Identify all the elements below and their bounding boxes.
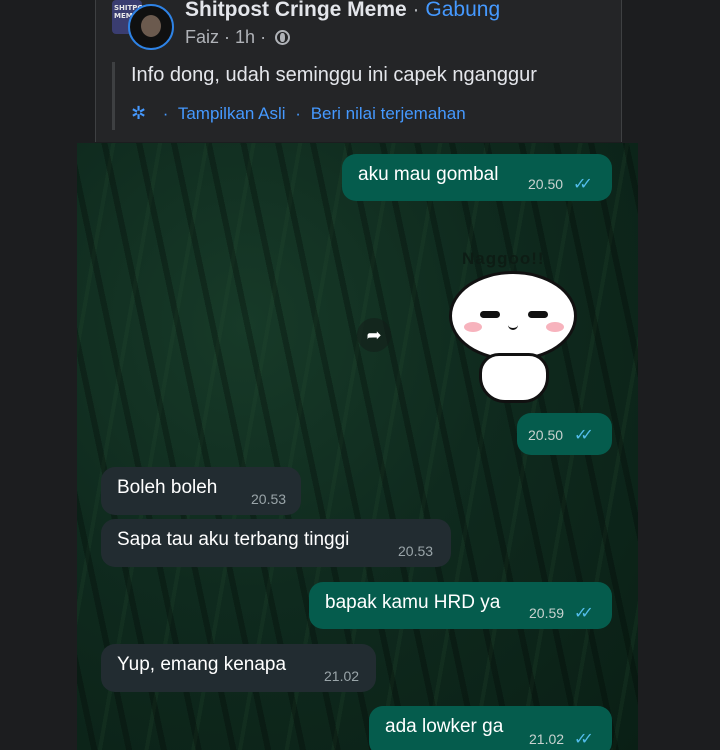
sticker-image: Naggoo!! bbox=[449, 249, 585, 411]
sticker-mouth bbox=[508, 324, 518, 330]
message-bubble-incoming: Sapa tau aku terbang tinggi 20.53 bbox=[101, 519, 451, 567]
post-meta: Faiz · 1h · bbox=[185, 27, 291, 48]
show-original-link[interactable]: Tampilkan Asli bbox=[178, 104, 286, 123]
sticker-blush bbox=[546, 322, 564, 332]
message-bubble-outgoing: bapak kamu HRD ya 20.59 ✓✓ bbox=[309, 582, 612, 629]
message-text: Sapa tau aku terbang tinggi bbox=[117, 529, 350, 550]
translation-separator: · bbox=[162, 104, 169, 123]
globe-icon bbox=[275, 30, 291, 45]
message-time: 20.53 bbox=[398, 543, 434, 559]
sticker-blush bbox=[464, 322, 482, 332]
message-time: 21.02 bbox=[324, 668, 360, 684]
message-time: 20.53 bbox=[251, 491, 287, 507]
message-time: 20.59 bbox=[529, 605, 565, 621]
message-time: 20.50 bbox=[528, 176, 564, 192]
message-text: Boleh boleh bbox=[117, 477, 218, 498]
sticker-eye bbox=[528, 311, 548, 318]
message-bubble-outgoing: ada lowker ga 21.02 ✓✓ bbox=[369, 706, 612, 750]
read-ticks-icon: ✓✓ bbox=[573, 176, 593, 193]
message-time: 21.02 bbox=[529, 731, 565, 747]
sticker-body bbox=[479, 353, 549, 403]
message-text: ada lowker ga bbox=[385, 716, 504, 737]
read-ticks-icon: ✓✓ bbox=[574, 605, 594, 622]
join-group-link[interactable]: Gabung bbox=[425, 0, 500, 21]
message-bubble-incoming: Yup, emang kenapa 21.02 bbox=[101, 644, 376, 692]
message-bubble-outgoing: 20.50 ✓✓ bbox=[517, 413, 612, 455]
meta-separator: · bbox=[260, 27, 267, 47]
group-name-link[interactable]: Shitpost Cringe Meme bbox=[185, 0, 407, 21]
post-header-title: Shitpost Cringe Meme · Gabung bbox=[185, 0, 500, 22]
sticker-eye bbox=[480, 311, 500, 318]
forward-icon[interactable]: ➦ bbox=[357, 318, 391, 352]
user-avatar[interactable] bbox=[128, 4, 174, 50]
message-text: bapak kamu HRD ya bbox=[325, 592, 501, 613]
author-name[interactable]: Faiz bbox=[185, 27, 219, 47]
message-bubble-outgoing: aku mau gombal 20.50 ✓✓ bbox=[342, 154, 612, 201]
quote-bar bbox=[112, 62, 115, 130]
chat-screenshot-image[interactable]: aku mau gombal 20.50 ✓✓ Naggoo!! ➦ 20.50… bbox=[77, 143, 638, 750]
sticker-text: Naggoo!! bbox=[462, 249, 545, 268]
meta-separator: · bbox=[224, 27, 231, 47]
post-text: Info dong, udah seminggu ini capek ngang… bbox=[131, 64, 537, 86]
message-text: Yup, emang kenapa bbox=[117, 654, 287, 675]
message-time: 20.50 bbox=[528, 427, 564, 443]
translation-separator: · bbox=[295, 104, 301, 123]
read-ticks-icon: ✓✓ bbox=[574, 731, 594, 748]
sticker-head bbox=[449, 271, 577, 361]
message-text: aku mau gombal bbox=[358, 164, 499, 185]
gear-icon: ✲ bbox=[131, 103, 147, 123]
title-separator: · bbox=[412, 0, 420, 21]
translation-row: ✲ · Tampilkan Asli · Beri nilai terjemah… bbox=[131, 103, 466, 124]
rate-translation-link[interactable]: Beri nilai terjemahan bbox=[311, 104, 466, 123]
group-avatar[interactable]: SHITPOST MEME bbox=[112, 0, 176, 52]
read-ticks-icon: ✓✓ bbox=[574, 427, 594, 444]
post-time[interactable]: 1h bbox=[235, 27, 255, 47]
message-bubble-incoming: Boleh boleh 20.53 bbox=[101, 467, 301, 515]
